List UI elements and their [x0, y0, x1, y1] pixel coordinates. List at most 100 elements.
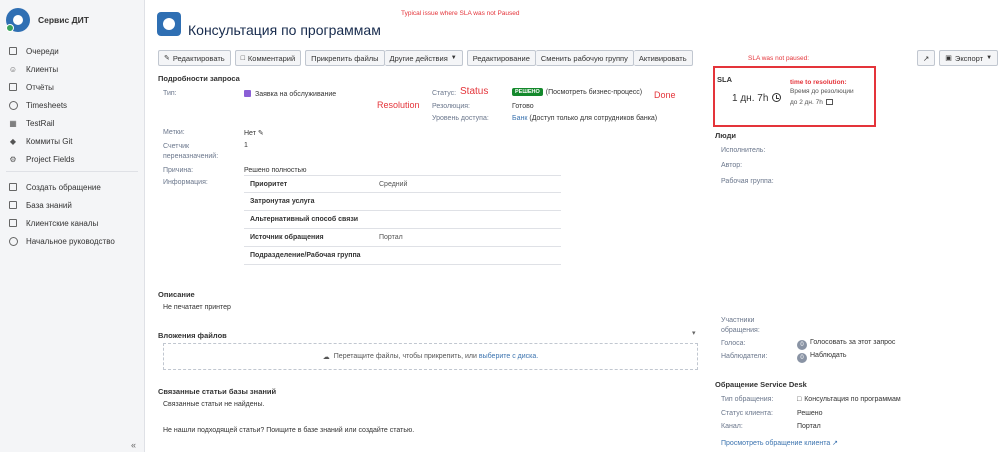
export-button[interactable]: ▣ Экспорт ▼ — [939, 50, 998, 66]
external-link-icon: ↗ — [832, 440, 839, 447]
annotation-sla-not-paused: SLA was not paused: — [748, 55, 810, 62]
watch-link[interactable]: Наблюдать — [810, 352, 847, 359]
reason-label: Причина: — [163, 167, 194, 174]
git-icon: ◆ — [9, 136, 17, 146]
sla-heading: SLA — [717, 75, 732, 84]
create-request-icon — [8, 182, 18, 192]
sidebar-item-knowledge-base[interactable]: База знаний — [0, 196, 145, 214]
status-badge[interactable]: РЕШЕНО — [512, 88, 543, 96]
type-label: Тип: — [163, 90, 177, 97]
service-desk-heading: Обращение Service Desk — [715, 380, 807, 389]
sidebar: Сервис ДИТ Очереди ☺ Клиенты Отчёты Times… — [0, 0, 145, 452]
access-level-label: Уровень доступа: — [432, 115, 489, 122]
sidebar-item-reports[interactable]: Отчёты — [0, 78, 145, 96]
project-fields-icon: ⚙ — [9, 154, 17, 164]
access-level-link[interactable]: Банк — [512, 115, 527, 122]
request-type-small-icon: □ — [797, 396, 802, 403]
edit-labels-icon[interactable]: ✎ — [258, 130, 264, 137]
channels-icon — [8, 218, 18, 228]
other-actions-button[interactable]: Другие действия ▼ — [384, 50, 463, 66]
right-toolbar: ↗ ▣ Экспорт ▼ — [917, 50, 998, 66]
description-heading: Описание — [158, 290, 195, 299]
sla-goal: до 2 дн. 7h — [790, 99, 833, 106]
sd-type-value: □ Консультация по программам — [797, 396, 901, 403]
table-row: Затронутая услуга — [244, 193, 561, 211]
view-workflow-link[interactable]: (Посмотреть бизнес-процесс) — [546, 89, 642, 96]
table-row: Альтернативный способ связи — [244, 211, 561, 229]
sidebar-item-getting-started[interactable]: Начальное руководство — [0, 232, 145, 250]
attachments-options-icon[interactable]: ▾ — [692, 329, 696, 337]
assignee-label: Исполнитель: — [721, 147, 766, 154]
kb-heading: Связанные статьи базы знаний — [158, 387, 277, 396]
toolbar: ✎ Редактировать □ Комментарий Прикрепить ф… — [158, 50, 697, 66]
votes-value: 0 Голосовать за этот запрос — [797, 339, 895, 350]
sidebar-item-create-request[interactable]: Создать обращение — [0, 178, 145, 196]
watchers-count-badge: 0 — [797, 353, 807, 363]
reassign-counter-label: Счетчик переназначений: — [163, 143, 219, 160]
annotation-resolution: Resolution — [377, 100, 420, 110]
kb-none-text: Связанные статьи не найдены. — [163, 401, 265, 408]
comment-icon: □ — [240, 54, 245, 62]
queues-icon — [8, 46, 18, 56]
sd-status-value: Решено — [797, 410, 823, 417]
sidebar-nav-bottom: Создать обращение База знаний Клиентские… — [0, 178, 145, 250]
attachments-heading: Вложения файлов — [158, 331, 227, 340]
activate-button[interactable]: Активировать — [633, 50, 693, 66]
chevron-down-icon: ▼ — [450, 55, 457, 61]
sidebar-item-channels[interactable]: Клиентские каналы — [0, 214, 145, 232]
labels-label: Метки: — [163, 129, 185, 136]
status-value: РЕШЕНО (Посмотреть бизнес-процесс) — [512, 88, 642, 96]
sla-panel: SLA 1 дн. 7h time to resolution: Время д… — [713, 66, 876, 127]
browse-files-link[interactable]: выберите с диска. — [479, 353, 538, 360]
watchers-value: 0 Наблюдать — [797, 352, 847, 363]
comment-button[interactable]: □ Комментарий — [234, 50, 302, 66]
kb-prompt-text: Не нашли подходящей статьи? Поищите в ба… — [163, 427, 415, 434]
testrail-icon: ▦ — [9, 118, 17, 128]
knowledge-base-icon — [8, 200, 18, 210]
people-heading: Люди — [715, 131, 736, 140]
resolution-value: Готово — [512, 103, 534, 110]
share-button[interactable]: ↗ — [917, 50, 936, 66]
reassign-counter-value: 1 — [244, 142, 248, 149]
edit-button[interactable]: ✎ Редактировать — [158, 50, 231, 66]
type-value: Заявка на обслуживание — [244, 90, 336, 98]
sidebar-nav-top: Очереди ☺ Клиенты Отчёты Timesheets ▦ Test… — [0, 42, 145, 168]
sd-type-label: Тип обращения: — [721, 396, 774, 403]
sidebar-item-customers[interactable]: ☺ Клиенты — [0, 60, 145, 78]
info-table: Приоритет Средний Затронутая услуга Альте… — [244, 175, 561, 265]
upload-cloud-icon: ☁ — [322, 353, 330, 361]
sd-status-label: Статус клиента: — [721, 410, 773, 417]
reports-icon — [8, 82, 18, 92]
table-row: Источник обращения Портал — [244, 229, 561, 247]
attach-files-button[interactable]: Прикрепить файлы — [305, 50, 385, 66]
file-drop-zone[interactable]: ☁ Перетащите файлы, чтобы прикрепить, ил… — [163, 343, 698, 370]
export-icon: ▣ — [945, 55, 952, 62]
votes-count-badge: 0 — [797, 340, 807, 350]
pencil-icon: ✎ — [164, 55, 170, 62]
sla-time-remaining: 1 дн. 7h — [732, 93, 782, 104]
access-level-value: Банк (Доступ только для сотрудников банк… — [512, 115, 658, 122]
request-type-icon — [157, 12, 181, 36]
labels-value: Нет ✎ — [244, 130, 264, 137]
change-group-button[interactable]: Сменить рабочую группу — [535, 50, 634, 66]
chevron-down-icon: ▼ — [986, 55, 993, 61]
status-label: Статус: — [432, 90, 457, 97]
sidebar-item-git[interactable]: ◆ Коммиты Git — [0, 132, 145, 150]
page-title: Консультация по программам — [188, 22, 381, 38]
watchers-label: Наблюдатели: — [721, 353, 768, 360]
sidebar-item-timesheets[interactable]: Timesheets — [0, 96, 145, 114]
project-brand[interactable]: Сервис ДИТ — [6, 8, 89, 32]
project-name: Сервис ДИТ — [38, 15, 89, 25]
details-heading: Подробности запроса — [158, 74, 240, 83]
share-icon: ↗ — [923, 53, 930, 63]
vote-link[interactable]: Голосовать за этот запрос — [810, 339, 895, 346]
sidebar-item-project-fields[interactable]: ⚙ Project Fields — [0, 150, 145, 168]
view-customer-request-link[interactable]: Просмотреть обращение клиента ↗ — [721, 439, 838, 447]
clock-icon — [772, 93, 782, 102]
reporter-label: Автор: — [721, 162, 743, 169]
sidebar-item-testrail[interactable]: ▦ TestRail — [0, 114, 145, 132]
description-text: Не печатает принтер — [163, 304, 231, 311]
sidebar-item-queues[interactable]: Очереди — [0, 42, 145, 60]
editing-button[interactable]: Редактирование — [466, 50, 536, 66]
collapse-sidebar-button[interactable]: « — [131, 440, 136, 450]
